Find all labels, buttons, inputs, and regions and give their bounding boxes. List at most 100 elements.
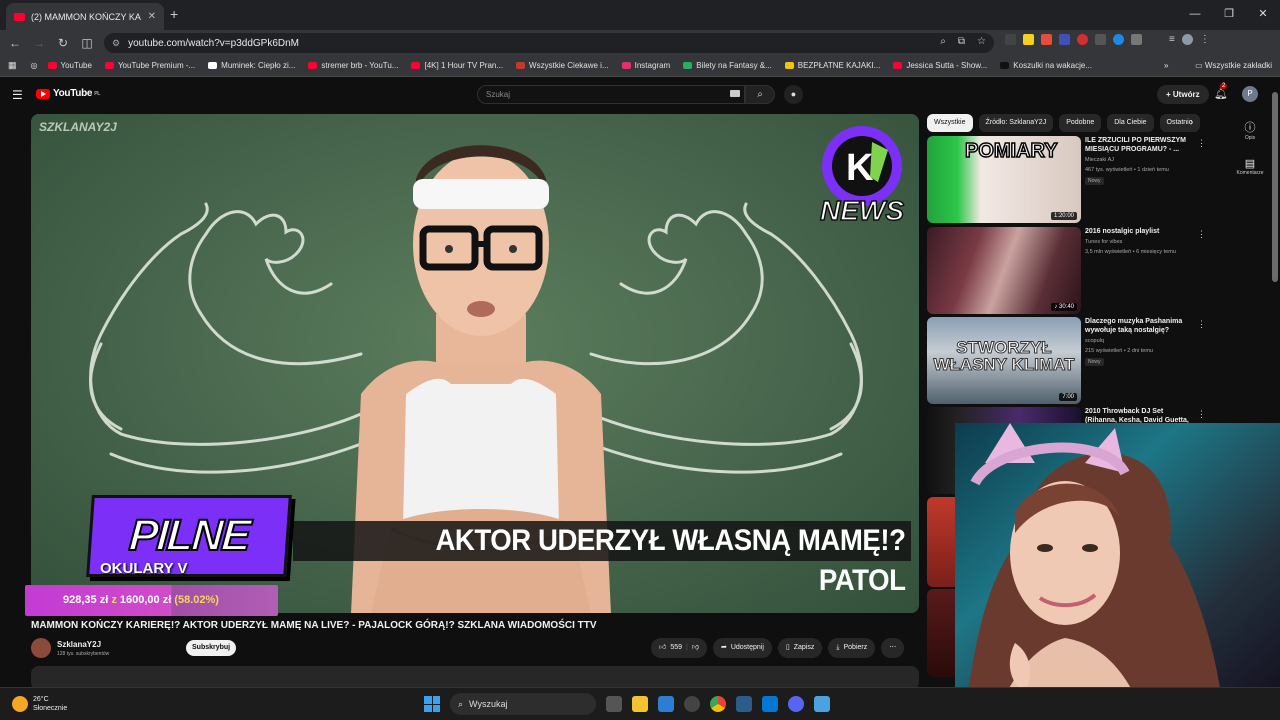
close-window-icon[interactable]: ✕ (1246, 0, 1280, 28)
save-button[interactable]: ▯ Zapisz (777, 638, 823, 658)
extension-icon[interactable] (1113, 34, 1124, 45)
subscribe-button[interactable]: Subskrybuj (186, 640, 237, 656)
zoom-icon[interactable]: ⌕ (940, 36, 946, 47)
reading-list-icon[interactable]: ≡ (1169, 34, 1175, 45)
rec-thumbnail-partial[interactable] (927, 497, 955, 587)
chrome-icon[interactable] (710, 696, 726, 712)
more-options-icon[interactable]: ⋮ (1197, 229, 1206, 240)
recommendation-card[interactable]: ♪ 30:40 2016 nostalgic playlist Tunes fo… (927, 227, 1227, 315)
weather-widget[interactable]: 26°C Słonecznie (12, 695, 67, 713)
video-player[interactable]: SZKLANAY2J K NEWS AKTOR UDERZYŁ WŁASNĄ M… (31, 114, 919, 613)
extension-icon[interactable] (1095, 34, 1106, 45)
discord-icon[interactable] (788, 696, 804, 712)
filter-chip[interactable]: Wszystkie (927, 114, 973, 132)
address-bar[interactable]: ⚙ youtube.com/watch?v=p3ddGPk6DnM ⌕ ⧉ ☆ (104, 33, 994, 53)
store-icon[interactable] (658, 696, 674, 712)
bookmark-star-icon[interactable]: ☆ (977, 36, 986, 47)
extension-icon[interactable] (1023, 34, 1034, 45)
notifications-bell-icon[interactable]: 🔔︎ 2 (1214, 83, 1228, 100)
bookmark-item[interactable]: stremer brb - YouTu... (308, 61, 398, 70)
search-button[interactable]: ⌕ (745, 85, 775, 104)
forward-icon[interactable]: → (27, 36, 51, 50)
bookmark-item[interactable]: YouTube Premium -... (104, 61, 195, 70)
app-icon[interactable] (762, 696, 778, 712)
rec-thumbnail[interactable]: ♪ 30:40 (927, 227, 1081, 314)
reload-icon[interactable]: ↻ (51, 36, 75, 50)
filter-chip[interactable]: Dla Ciebie (1107, 114, 1154, 132)
rec-channel[interactable]: Mieczaki AJ (1085, 157, 1114, 163)
filter-chip[interactable]: Ostatnio (1159, 114, 1200, 132)
extension-icon[interactable] (1005, 34, 1016, 45)
side-panel-icon[interactable]: ◫ (75, 36, 99, 50)
keyboard-icon[interactable] (730, 90, 740, 97)
recommendation-card[interactable]: POMIARY 1:20:00 ILE ZRZUCILI PO PIERWSZY… (927, 136, 1227, 224)
more-options-icon[interactable]: ⋮ (1197, 138, 1206, 149)
browser-tab[interactable]: (2) MAMMON KOŃCZY KA ✕ (6, 3, 164, 30)
browser-tabbar: (2) MAMMON KOŃCZY KA ✕ + — ❐ ✕ (0, 0, 1280, 30)
channel-avatar[interactable] (31, 638, 51, 658)
extension-icon[interactable] (1077, 34, 1088, 45)
rec-title[interactable]: Dlaczego muzyka Pashanima wywołuje taką … (1085, 317, 1195, 335)
chevron-right-icon[interactable]: › (1190, 117, 1193, 128)
rec-title[interactable]: ILE ZRZUCILI PO PIERWSZYM MIESIĄCU PROGR… (1085, 136, 1195, 154)
notepad-icon[interactable] (814, 696, 830, 712)
task-view-icon[interactable] (606, 696, 622, 712)
recommendation-card[interactable]: STWORZYŁ WŁASNY KLIMAT 7:00 Dlaczego muz… (927, 317, 1227, 405)
minimize-icon[interactable]: — (1178, 0, 1212, 28)
filter-chip[interactable]: Podobne (1059, 114, 1102, 132)
bookmark-item[interactable]: Instagram (621, 61, 670, 70)
rec-thumbnail[interactable]: POMIARY 1:20:00 (927, 136, 1081, 223)
profile-icon[interactable] (1181, 34, 1193, 45)
more-menu-icon[interactable]: ⋮ (1200, 34, 1211, 45)
rec-title[interactable]: 2016 nostalgic playlist (1085, 227, 1195, 236)
apps-icon[interactable]: ▦ (8, 60, 17, 71)
like-button[interactable]: 👍︎ 559 | 👎︎ (651, 638, 707, 658)
file-explorer-icon[interactable] (632, 696, 648, 712)
bookmark-item[interactable]: Wszystkie Ciekawe i... (516, 61, 609, 70)
bookmark-item[interactable]: [4K] 1 Hour TV Pran... (411, 61, 503, 70)
bookmark-item[interactable]: Bilety na Fantasy &... (683, 61, 772, 70)
back-icon[interactable]: ← (3, 36, 27, 50)
rec-thumbnail[interactable]: STWORZYŁ WŁASNY KLIMAT 7:00 (927, 317, 1081, 404)
youtube-logo[interactable]: YouTube PL (36, 88, 100, 99)
app-icon[interactable] (684, 696, 700, 712)
bookmark-item[interactable]: Koszulki na wakacje... (1000, 61, 1092, 70)
share-button[interactable]: ➦ Udostępnij (712, 638, 772, 658)
maximize-icon[interactable]: ❐ (1212, 0, 1246, 28)
site-info-icon[interactable]: ⚙ (112, 38, 120, 49)
side-rail-description[interactable]: ⓘ Opis (1232, 119, 1268, 141)
rec-thumbnail-partial[interactable] (927, 589, 955, 677)
create-button[interactable]: + Utwórz (1157, 85, 1209, 104)
install-icon[interactable]: ⧉ (958, 36, 965, 47)
all-bookmarks[interactable]: » ▭ Wszystkie zakładki (1164, 61, 1272, 70)
search-input[interactable]: Szukaj (477, 85, 745, 104)
filter-chip[interactable]: Źródło: SzklanaY2J (978, 114, 1054, 132)
extension-icon[interactable] (1059, 34, 1070, 45)
bookmark-item[interactable]: YouTube (47, 61, 92, 70)
settings-icon[interactable] (736, 696, 752, 712)
hamburger-menu-icon[interactable]: ☰ (12, 88, 23, 102)
rec-channel[interactable]: Tunes for vibes (1085, 239, 1122, 245)
bookmark-globe-icon[interactable]: ◎ (31, 61, 38, 70)
thumbs-down-icon[interactable]: 👎︎ (692, 638, 699, 658)
taskbar-search[interactable]: ⌕ Wyszukaj (450, 693, 596, 715)
comments-icon: ▤ (1244, 158, 1256, 170)
bookmark-item[interactable]: Jessica Sutta - Show... (893, 61, 987, 70)
microphone-icon[interactable]: ● (784, 85, 803, 104)
side-rail-comments[interactable]: ▤ Komentarze (1232, 157, 1268, 176)
account-avatar[interactable]: P (1242, 86, 1258, 102)
more-actions-icon[interactable]: ⋯ (881, 638, 905, 658)
bookmark-item[interactable]: BEZPŁATNE KAJAKI... (784, 61, 880, 70)
close-tab-icon[interactable]: ✕ (148, 11, 156, 22)
puzzle-icon[interactable] (1131, 34, 1142, 45)
new-tab-icon[interactable]: + (170, 6, 178, 22)
more-options-icon[interactable]: ⋮ (1197, 319, 1206, 330)
windows-start-icon[interactable] (424, 696, 440, 712)
channel-name[interactable]: SzklanaY2J (57, 640, 101, 649)
download-button[interactable]: ⤓ Pobierz (828, 638, 876, 658)
extension-icon[interactable] (1041, 34, 1052, 45)
more-options-icon[interactable]: ⋮ (1197, 409, 1206, 420)
scrollbar[interactable] (1272, 92, 1278, 282)
rec-channel[interactable]: scopulq (1085, 338, 1104, 344)
bookmark-item[interactable]: Muminek: Ciepło zi... (208, 61, 295, 70)
